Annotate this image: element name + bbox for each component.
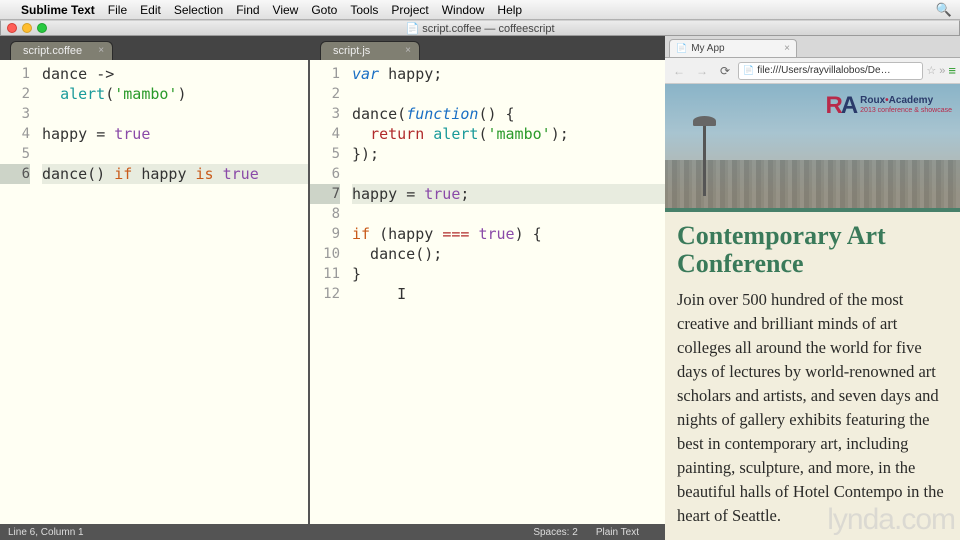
url-text: file:///Users/rayvillalobos/De… [757,65,890,76]
tab-label: script.js [333,45,370,57]
back-button[interactable]: ← [669,62,689,80]
menu-selection[interactable]: Selection [174,3,223,17]
window-title: 📄 script.coffee — coffeescript [405,22,554,35]
status-cursor-pos: Line 6, Column 1 [8,527,84,538]
macos-menubar: Sublime Text File Edit Selection Find Vi… [0,0,960,20]
traffic-lights [7,23,47,33]
zoom-window-button[interactable] [37,23,47,33]
skyline-image [665,160,960,208]
page-body-text: Join over 500 hundred of the most creati… [677,288,948,528]
status-syntax[interactable]: Plain Text [596,527,639,538]
hamburger-icon[interactable]: ≡ [948,63,956,78]
menu-goto[interactable]: Goto [311,3,337,17]
tab-script-js[interactable]: script.js × [320,41,420,60]
browser-tab-title: My App [691,43,724,54]
status-bar: Line 6, Column 1 Spaces: 2 Plain Text [0,524,665,540]
minimize-window-button[interactable] [22,23,32,33]
browser-tab[interactable]: 📄 My App × [669,39,797,57]
tab-script-coffee[interactable]: script.coffee × [10,41,113,60]
code-area-left[interactable]: dance -> alert('mambo')happy = truedance… [42,64,308,184]
app-name[interactable]: Sublime Text [21,3,95,17]
menu-project[interactable]: Project [391,3,428,17]
menu-edit[interactable]: Edit [140,3,161,17]
forward-button[interactable]: → [692,62,712,80]
window-titlebar[interactable]: 📄 script.coffee — coffeescript [0,20,960,36]
hero-banner: RA Roux•Academy 2013 conference & showca… [665,84,960,212]
menu-view[interactable]: View [273,3,299,17]
close-tab-icon[interactable]: × [784,43,790,54]
bookmark-icon[interactable]: ☆ [926,64,936,77]
status-indent[interactable]: Spaces: 2 [533,527,577,538]
space-needle-icon [703,126,706,196]
line-gutter: 123456789101112 [310,64,346,304]
browser-tabs: 📄 My App × [665,36,960,58]
editor-pane-left[interactable]: script.coffee × 123456 dance -> alert('m… [0,60,310,540]
file-icon: 📄 [743,65,754,76]
close-tab-icon[interactable]: × [405,45,411,56]
page-headline: Contemporary Art Conference [677,222,948,278]
tabs-row-right: script.js × [310,36,665,60]
tabs-row-left: script.coffee × [0,36,310,60]
close-tab-icon[interactable]: × [98,45,104,56]
menu-file[interactable]: File [108,3,127,17]
menu-tools[interactable]: Tools [350,3,378,17]
code-area-right[interactable]: var happy;dance(function() { return aler… [352,64,665,304]
menu-find[interactable]: Find [236,3,259,17]
menu-help[interactable]: Help [497,3,522,17]
address-bar[interactable]: 📄 file:///Users/rayvillalobos/De… [738,62,923,80]
tab-label: script.coffee [23,45,82,57]
reload-button[interactable]: ⟳ [715,62,735,80]
roux-academy-logo: RA Roux•Academy 2013 conference & showca… [825,92,952,120]
editor-pane-right[interactable]: script.js × 123456789101112 var happy;da… [310,60,665,540]
browser-window: 📄 My App × ← → ⟳ 📄 file:///Users/rayvill… [665,36,960,540]
page-content: Contemporary Art Conference Join over 50… [665,212,960,540]
line-gutter: 123456 [0,64,36,184]
sublime-editor: script.coffee × 123456 dance -> alert('m… [0,36,665,540]
browser-toolbar: ← → ⟳ 📄 file:///Users/rayvillalobos/De… … [665,58,960,84]
page-icon: 📄 [676,43,687,54]
menu-window[interactable]: Window [442,3,485,17]
spotlight-icon[interactable]: 🔍 [936,2,952,18]
sync-icon[interactable]: » [939,65,945,77]
close-window-button[interactable] [7,23,17,33]
